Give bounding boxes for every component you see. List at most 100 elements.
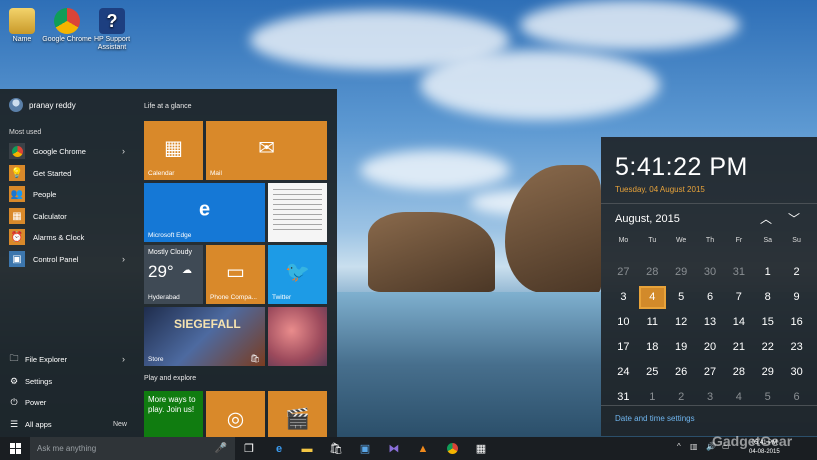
tile-twitter[interactable]: 🐦 Twitter [268, 245, 327, 304]
calendar-day[interactable]: 10 [610, 311, 637, 334]
search-box[interactable]: Ask me anything 🎤 [30, 437, 235, 460]
calendar-day[interactable]: 29 [668, 261, 695, 284]
calendar-day[interactable]: 9 [783, 286, 810, 309]
day-of-week-label: Th [705, 237, 715, 244]
power-label: Power [25, 397, 47, 407]
calendar-day[interactable]: 28 [639, 261, 666, 284]
calendar-day[interactable]: 12 [668, 311, 695, 334]
desktop-icon-hp-support-assistant[interactable]: ? HP Support Assistant [84, 8, 140, 52]
calendar-day[interactable]: 25 [639, 361, 666, 384]
calendar-day[interactable]: 14 [725, 311, 752, 334]
calendar-icon: ▦ [164, 137, 183, 160]
app-item-control-panel[interactable]: ▣ Control Panel › [9, 250, 129, 268]
clock-date-link[interactable]: Tuesday, 04 August 2015 [615, 185, 705, 194]
calendar-day[interactable]: 19 [668, 336, 695, 359]
calendar-day-today[interactable]: 4 [638, 286, 666, 309]
tile-document-preview[interactable] [268, 183, 327, 242]
tile-microsoft-edge[interactable]: e Microsoft Edge [144, 183, 265, 242]
chevron-up-icon[interactable]: ︿ [760, 210, 772, 227]
calendar-day[interactable]: 1 [754, 261, 781, 284]
store-bag-icon[interactable]: 🛍 [327, 440, 345, 457]
tile-label: Store [148, 356, 164, 363]
calendar-day[interactable]: 3 [610, 286, 637, 309]
all-apps-label: All apps [25, 419, 52, 429]
chevron-right-icon[interactable]: › [122, 146, 125, 156]
calendar-day[interactable]: 6 [697, 286, 724, 309]
chevron-down-icon[interactable]: ﹀ [788, 210, 800, 227]
calendar-day[interactable]: 13 [697, 311, 724, 334]
visual-studio-icon[interactable]: ⧓ [385, 440, 403, 457]
calendar-day[interactable]: 2 [783, 261, 810, 284]
desktop-icon-label: HP Support Assistant [93, 36, 131, 51]
calendar-day[interactable]: 20 [697, 336, 724, 359]
calendar-day[interactable]: 17 [610, 336, 637, 359]
user-account-button[interactable]: pranay reddy [9, 98, 76, 112]
microphone-icon[interactable]: 🎤 [215, 443, 227, 454]
tile-weather[interactable]: Mostly Cloudy 29° ☁ Hyderabad [144, 245, 203, 304]
calendar-day[interactable]: 11 [639, 311, 666, 334]
power-button[interactable]: ⏻ Power [9, 394, 129, 410]
app-item-label: Control Panel [33, 254, 79, 264]
tile-mail[interactable]: ✉ Mail [206, 121, 327, 180]
edge-icon[interactable]: e [270, 440, 288, 457]
calendar-day[interactable]: 26 [668, 361, 695, 384]
document-thumbnail [273, 189, 322, 233]
chevron-right-icon[interactable]: › [122, 254, 125, 264]
date-time-settings-link[interactable]: Date and time settings [615, 414, 695, 423]
people-icon: 👥 [9, 186, 25, 202]
clock-calendar-flyout: 5:41:22 PM Tuesday, 04 August 2015 Augus… [601, 137, 817, 436]
tile-phone-companion[interactable]: ▭ Phone Compa... [206, 245, 265, 304]
calendar-day[interactable]: 16 [783, 311, 810, 334]
app-item-get-started[interactable]: 💡 Get Started [9, 164, 129, 182]
file-explorer-button[interactable]: 🗀 File Explorer › [9, 351, 129, 367]
calculator-icon[interactable]: ▦ [472, 440, 490, 457]
store-bag-icon: 🛍 [249, 354, 260, 363]
tile-calendar[interactable]: ▦ Calendar [144, 121, 203, 180]
vlc-icon[interactable]: ▲ [414, 440, 432, 457]
group-label-life-at-a-glance: Life at a glance [144, 103, 192, 110]
calendar-day[interactable]: 31 [725, 261, 752, 284]
calendar-day[interactable]: 18 [639, 336, 666, 359]
tile-movies-tv[interactable]: 🎬 [268, 391, 327, 437]
chevron-right-icon[interactable]: › [122, 354, 125, 364]
calendar-day[interactable]: 30 [697, 261, 724, 284]
all-apps-button[interactable]: ☰ All apps New [9, 416, 129, 432]
window-app-icon[interactable]: ▣ [356, 440, 374, 457]
chevron-up-icon[interactable]: ^ [677, 442, 681, 451]
calendar-day[interactable]: 27 [610, 261, 637, 284]
calendar-day[interactable]: 27 [697, 361, 724, 384]
calendar-day[interactable]: 5 [668, 286, 695, 309]
app-item-calculator[interactable]: ▦ Calculator [9, 207, 129, 225]
tile-candy-crush[interactable] [268, 307, 327, 366]
network-icon[interactable]: ▥ [690, 442, 698, 451]
tile-xbox[interactable]: More ways to play. Join us! [144, 391, 203, 437]
chrome-icon[interactable] [443, 440, 461, 457]
chrome-icon [54, 8, 80, 34]
calendar-day[interactable]: 30 [783, 361, 810, 384]
app-item-google-chrome[interactable]: Google Chrome › [9, 142, 129, 160]
app-item-alarms-clock[interactable]: ⏰ Alarms & Clock [9, 228, 129, 246]
calendar-day[interactable]: 24 [610, 361, 637, 384]
group-label-play-and-explore: Play and explore [144, 375, 197, 382]
month-label[interactable]: August, 2015 [615, 213, 680, 225]
calendar-day[interactable]: 22 [754, 336, 781, 359]
tile-label: Mail [210, 170, 222, 177]
calendar-day[interactable]: 23 [783, 336, 810, 359]
app-item-people[interactable]: 👥 People [9, 185, 129, 203]
settings-button[interactable]: ⚙ Settings [9, 373, 129, 389]
start-button[interactable] [0, 437, 30, 460]
twitter-bird-icon: 🐦 [285, 261, 310, 284]
start-menu: pranay reddy Most used Google Chrome › 💡… [0, 89, 337, 437]
file-explorer-icon[interactable]: ▬ [298, 440, 316, 457]
calendar-day[interactable]: 28 [725, 361, 752, 384]
calendar-day[interactable]: 29 [754, 361, 781, 384]
avatar [9, 98, 23, 112]
tile-groove-music[interactable]: ◎ [206, 391, 265, 437]
calendar-day[interactable]: 21 [725, 336, 752, 359]
tile-store[interactable]: SIEGEFALL Store 🛍 [144, 307, 265, 366]
calendar-day[interactable]: 8 [754, 286, 781, 309]
task-view-icon[interactable]: ❐ [240, 440, 258, 457]
calendar-day[interactable]: 7 [725, 286, 752, 309]
search-placeholder: Ask me anything [37, 444, 97, 453]
calendar-day[interactable]: 15 [754, 311, 781, 334]
